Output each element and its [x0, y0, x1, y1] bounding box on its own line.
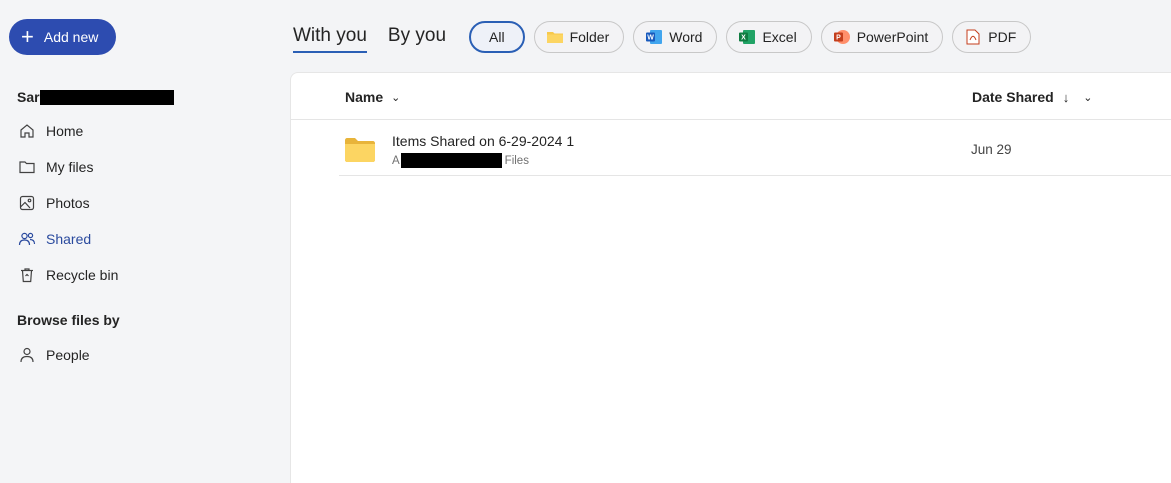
user-name: Sar: [17, 89, 174, 105]
column-name-label: Name: [345, 89, 384, 105]
filter-powerpoint-label: PowerPoint: [856, 29, 929, 45]
add-new-label: Add new: [43, 29, 99, 45]
home-icon: [20, 124, 34, 138]
browse-section-title: Browse files by: [17, 312, 120, 328]
filter-powerpoint[interactable]: P PowerPoint: [820, 21, 944, 53]
word-icon: W: [646, 29, 663, 45]
pdf-icon: [965, 29, 981, 45]
item-date-shared: Jun 29: [971, 142, 1012, 157]
folder-icon: [345, 138, 375, 167]
svg-text:P: P: [836, 35, 841, 42]
nav-item-shared[interactable]: Shared: [0, 221, 290, 257]
nav-item-photos[interactable]: Photos: [0, 185, 290, 221]
filter-word-label: Word: [669, 29, 703, 45]
item-shared-by: A Files: [392, 153, 529, 168]
nav-label-shared: Shared: [46, 231, 92, 247]
person-icon: [20, 347, 34, 363]
sidebar: + Add new Sar Home My files Photos Share…: [0, 0, 290, 483]
filter-all[interactable]: All: [469, 21, 525, 53]
table-row[interactable]: Items Shared on 6-29-2024 1 A Files Jun …: [339, 121, 1171, 176]
plus-icon: +: [21, 24, 34, 49]
item-name[interactable]: Items Shared on 6-29-2024 1: [392, 133, 574, 149]
recycle-bin-icon: [21, 268, 33, 283]
filter-pdf-label: PDF: [988, 29, 1017, 45]
nav-label-people: People: [46, 347, 90, 363]
photo-icon: [19, 195, 35, 211]
user-name-text: Sar: [17, 89, 40, 105]
folder-icon: [19, 161, 35, 174]
people-icon: [18, 232, 36, 246]
powerpoint-icon: P: [833, 29, 850, 45]
table-header: Name ⌄ Date Shared ↓ ⌄: [291, 73, 1171, 120]
column-header-date-shared[interactable]: Date Shared ↓ ⌄: [972, 89, 1092, 105]
filter-folder[interactable]: Folder: [533, 21, 625, 53]
filter-folder-label: Folder: [569, 29, 610, 45]
shared-tabs: With you By you: [293, 25, 446, 53]
nav-item-home[interactable]: Home: [0, 113, 290, 149]
sort-down-arrow-icon: ↓: [1062, 89, 1070, 105]
item-sub-prefix: A: [392, 154, 400, 167]
filter-all-label: All: [489, 29, 505, 45]
excel-icon: X: [739, 29, 756, 45]
chevron-down-icon: ⌄: [1083, 91, 1093, 104]
redacted-block: [39, 89, 174, 105]
svg-text:X: X: [742, 35, 747, 42]
filter-chips: All Folder W Word X Excel P PowerPoint P…: [469, 21, 1040, 53]
tab-by-you[interactable]: By you: [388, 25, 446, 53]
folder-icon: [546, 29, 563, 45]
nav-list: Home My files Photos Shared Recycle bin: [0, 113, 290, 293]
filter-excel[interactable]: X Excel: [726, 21, 812, 53]
item-sub-suffix: Files: [504, 154, 529, 167]
filter-word[interactable]: W Word: [633, 21, 718, 53]
filter-excel-label: Excel: [762, 29, 797, 45]
file-list-panel: Name ⌄ Date Shared ↓ ⌄ Items Shared on 6…: [290, 72, 1171, 483]
filter-pdf[interactable]: PDF: [952, 21, 1032, 53]
chevron-down-icon: ⌄: [391, 91, 401, 104]
nav-item-recycle-bin[interactable]: Recycle bin: [0, 257, 290, 293]
nav-label-recycle-bin: Recycle bin: [46, 267, 119, 283]
redacted-block: [400, 153, 502, 168]
column-date-label: Date Shared: [972, 89, 1054, 105]
nav-item-my-files[interactable]: My files: [0, 149, 290, 185]
nav-label-my-files: My files: [46, 159, 94, 175]
nav-item-people[interactable]: People: [0, 337, 290, 373]
tab-with-you[interactable]: With you: [293, 25, 367, 53]
add-new-button[interactable]: + Add new: [9, 19, 116, 55]
column-header-name[interactable]: Name ⌄: [345, 89, 400, 105]
nav-label-home: Home: [46, 123, 84, 139]
nav-label-photos: Photos: [46, 195, 90, 211]
svg-text:W: W: [647, 35, 654, 42]
